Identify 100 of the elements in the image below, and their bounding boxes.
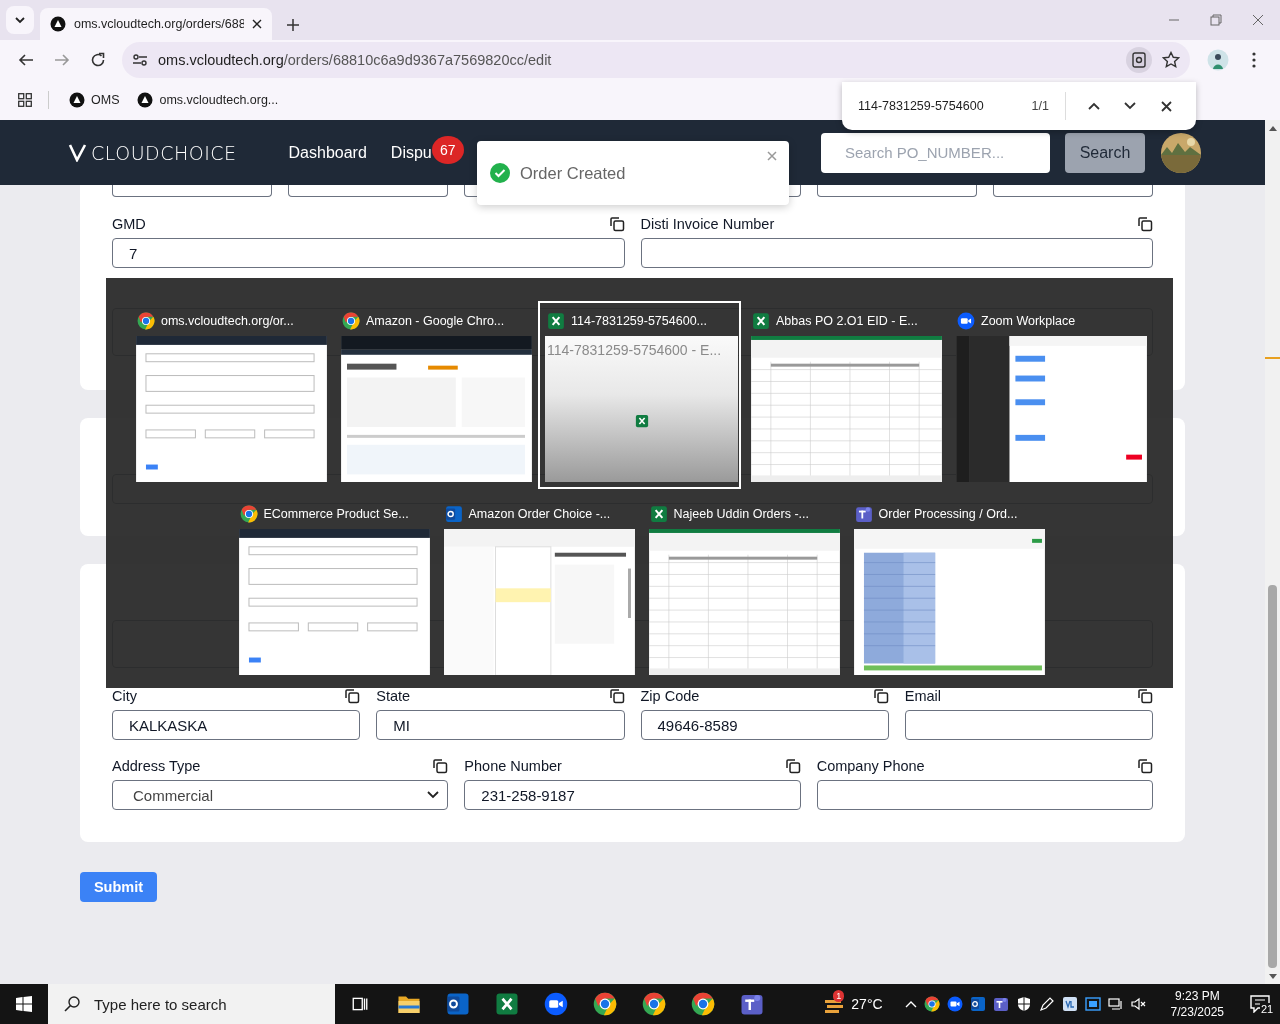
browser-icon: [641, 992, 666, 1016]
profile-icon[interactable]: [1207, 49, 1229, 71]
scroll-down-icon[interactable]: [1268, 974, 1277, 980]
field-label: Email: [904, 688, 941, 704]
browser-icon: [690, 992, 715, 1016]
window-thumbnail[interactable]: oms.vcloudtech.org/or...: [128, 301, 331, 489]
window-thumbnail[interactable]: Order Processing / Ord...: [845, 494, 1049, 682]
copy-icon[interactable]: [608, 688, 625, 704]
browser-icon: [342, 311, 360, 330]
window-title: oms.vcloudtech.org/or...: [161, 313, 294, 328]
nav-link[interactable]: Dashboard: [288, 143, 367, 162]
copy-icon[interactable]: [1137, 758, 1153, 774]
notification-count: 21: [1260, 1003, 1275, 1015]
apps-icon[interactable]: [18, 93, 32, 107]
bookmark[interactable]: oms.vcloudtech.org...: [133, 92, 283, 108]
mail-icon: [969, 996, 986, 1012]
nav-link[interactable]: Dispu: [390, 143, 432, 162]
chevron-icon: [14, 14, 26, 26]
window-title: Amazon - Google Chro...: [366, 313, 505, 328]
spreadsheet-icon: [547, 311, 565, 330]
close-icon[interactable]: [252, 19, 262, 29]
window-thumbnail[interactable]: Zoom Workplace: [948, 301, 1151, 489]
spreadsheet-icon: [752, 311, 770, 330]
input-field[interactable]: KALKASKA: [112, 710, 361, 740]
copy-icon[interactable]: [1137, 216, 1153, 232]
close-icon[interactable]: [1160, 100, 1172, 112]
input-field[interactable]: 49646-8589: [640, 710, 889, 740]
start-icon[interactable]: [16, 996, 32, 1012]
field-label: City: [112, 688, 137, 704]
video-camera-icon: [957, 311, 975, 330]
input-field[interactable]: [992, 185, 1153, 197]
input-field[interactable]: [904, 710, 1153, 740]
back-icon[interactable]: [18, 52, 34, 68]
copy-icon[interactable]: [1137, 688, 1153, 704]
previous-icon[interactable]: [1088, 102, 1100, 110]
shield-icon[interactable]: [1015, 996, 1032, 1012]
input-field[interactable]: [816, 185, 977, 197]
app-icon[interactable]: [1061, 996, 1078, 1012]
spreadsheet-icon: [634, 413, 649, 428]
field-label: Zip Code: [640, 688, 700, 704]
window-thumbnail[interactable]: Najeeb Uddin Orders -...: [640, 494, 844, 682]
submit-button[interactable]: Submit: [80, 872, 157, 902]
next-icon[interactable]: [1124, 102, 1136, 110]
window-icon[interactable]: [1084, 996, 1101, 1012]
copy-icon[interactable]: [432, 758, 449, 774]
input-field[interactable]: [112, 185, 273, 197]
restore-icon[interactable]: [1210, 14, 1222, 26]
field-label: Phone Number: [464, 758, 562, 774]
browser-icon: [923, 996, 940, 1012]
avatar[interactable]: [1161, 132, 1201, 173]
copy-icon[interactable]: [344, 688, 361, 704]
forward-icon[interactable]: [54, 52, 70, 68]
page-search-icon[interactable]: [1126, 47, 1152, 73]
window-thumbnail[interactable]: Abbas PO 2.O1 EID - E...: [743, 301, 946, 489]
search-button[interactable]: Search: [1065, 132, 1145, 173]
date: 7/23/2025: [1170, 1004, 1224, 1020]
star-icon[interactable]: [1162, 51, 1180, 69]
address-bar[interactable]: oms.vcloudtech.org/orders/68810c6a9d9367a7569820cc/edit: [122, 42, 1190, 78]
bookmark[interactable]: OMS: [65, 92, 124, 108]
chevron-icon: [427, 791, 440, 799]
window-thumbnail[interactable]: 114-7831259-5754600... 114-7831259-5754600 - E...: [538, 301, 741, 489]
search-field[interactable]: Type here to search: [48, 984, 335, 1024]
network-icon[interactable]: [1107, 996, 1124, 1012]
copy-icon[interactable]: [872, 688, 889, 704]
input-field[interactable]: [288, 185, 449, 197]
field-label: Company Phone: [816, 758, 925, 774]
clock[interactable]: 9:23 PM 7/23/2025: [1160, 988, 1234, 1020]
scrollbar[interactable]: [1265, 120, 1280, 984]
input-field[interactable]: [816, 780, 1153, 810]
copy-icon[interactable]: [608, 216, 625, 232]
window-title: Amazon Order Choice -...: [468, 506, 611, 521]
input-field[interactable]: MI: [376, 710, 625, 740]
video-camera-icon: [946, 996, 963, 1012]
select-field[interactable]: Commercial: [112, 780, 449, 810]
scroll-up-icon[interactable]: [1268, 125, 1277, 131]
input-field[interactable]: 231-258-9187: [464, 780, 801, 810]
tab-search-button[interactable]: [6, 6, 34, 34]
site-icon: [50, 16, 66, 32]
copy-icon[interactable]: [784, 758, 801, 774]
chevron-up-icon[interactable]: [904, 1000, 917, 1008]
window-thumbnail[interactable]: ECommerce Product Se...: [230, 494, 434, 682]
find-field[interactable]: 114-7831259-5754600: [858, 99, 1032, 113]
notifications-button[interactable]: 21: [1240, 995, 1280, 1013]
reload-icon[interactable]: [90, 52, 106, 68]
mail-icon: [444, 504, 463, 523]
team-icon: [854, 504, 873, 523]
window-thumbnail[interactable]: Amazon Order Choice -...: [435, 494, 639, 682]
browser-icon: [592, 992, 617, 1016]
window-thumbnail[interactable]: Amazon - Google Chro...: [333, 301, 536, 489]
input-field[interactable]: 7: [112, 238, 625, 268]
input-field[interactable]: [640, 238, 1153, 268]
time: 9:23 PM: [1173, 988, 1221, 1004]
menu-icon[interactable]: [1252, 52, 1256, 68]
team-icon: [992, 996, 1009, 1012]
count-badge: 67: [431, 135, 464, 164]
new-tab-icon[interactable]: [286, 18, 300, 32]
site-settings-icon[interactable]: [132, 52, 148, 68]
pen-icon[interactable]: [1038, 996, 1055, 1012]
muted-speaker-icon[interactable]: [1130, 996, 1147, 1012]
window-title: Order Processing / Ord...: [878, 506, 1018, 521]
